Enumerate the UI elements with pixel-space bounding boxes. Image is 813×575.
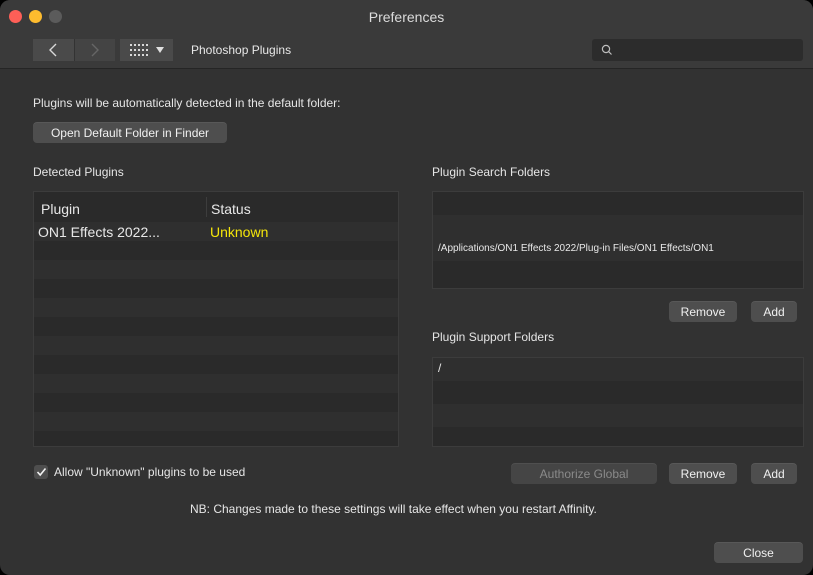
list-item — [433, 404, 803, 427]
authorize-global-button[interactable]: Authorize Global — [511, 463, 657, 484]
plugin-name-cell: ON1 Effects 2022... — [38, 224, 160, 240]
close-button[interactable]: Close — [714, 542, 803, 563]
list-item — [433, 215, 803, 238]
remove-support-folder-button[interactable]: Remove — [669, 463, 737, 484]
search-input[interactable] — [592, 39, 803, 61]
table-row — [34, 317, 398, 336]
table-row — [34, 336, 398, 355]
window-title: Preferences — [368, 9, 445, 25]
table-row — [34, 279, 398, 298]
table-row[interactable]: ON1 Effects 2022... Unknown — [34, 222, 398, 241]
chevron-right-icon — [91, 43, 99, 57]
back-button[interactable] — [33, 39, 74, 61]
title-bar: Preferences — [0, 0, 813, 34]
toolbar: Photoshop Plugins — [0, 34, 813, 69]
support-folders-title: Plugin Support Folders — [432, 330, 555, 344]
table-header: Plugin Status — [34, 192, 398, 222]
show-all-button[interactable] — [120, 39, 173, 61]
list-item — [433, 261, 803, 284]
column-divider — [206, 197, 207, 217]
forward-button[interactable] — [73, 39, 115, 61]
list-item[interactable]: /Applications/ON1 Effects 2022/Plug-in F… — [433, 238, 803, 261]
support-folder-path: / — [438, 361, 442, 375]
grid-icon — [130, 44, 148, 56]
list-item — [433, 427, 803, 446]
allow-unknown-checkbox[interactable] — [34, 465, 48, 479]
search-folders-title: Plugin Search Folders — [432, 165, 551, 179]
restart-note: NB: Changes made to these settings will … — [190, 502, 597, 516]
page-title: Photoshop Plugins — [191, 43, 292, 57]
list-item — [433, 381, 803, 404]
remove-search-folder-button[interactable]: Remove — [669, 301, 737, 322]
table-row — [34, 355, 398, 374]
preferences-window: Preferences Photoshop Plugins Plugins wi… — [0, 0, 813, 575]
open-default-folder-button[interactable]: Open Default Folder in Finder — [33, 122, 227, 143]
list-item — [433, 192, 803, 215]
add-support-folder-button[interactable]: Add — [751, 463, 797, 484]
table-row — [34, 298, 398, 317]
table-row — [34, 393, 398, 412]
intro-text: Plugins will be automatically detected i… — [33, 96, 341, 110]
list-item[interactable]: / — [433, 358, 803, 381]
table-row — [34, 260, 398, 279]
navigation-buttons — [33, 39, 115, 61]
detected-plugins-table[interactable]: Plugin Status ON1 Effects 2022... Unknow… — [33, 191, 399, 447]
column-header-status[interactable]: Status — [211, 201, 251, 217]
add-search-folder-button[interactable]: Add — [751, 301, 797, 322]
checkmark-icon — [36, 467, 46, 477]
table-row — [34, 374, 398, 393]
search-folders-list[interactable]: /Applications/ON1 Effects 2022/Plug-in F… — [432, 191, 804, 289]
chevron-down-icon — [156, 47, 164, 53]
detected-plugins-title: Detected Plugins — [33, 165, 124, 179]
chevron-left-icon — [49, 43, 57, 57]
column-header-plugin[interactable]: Plugin — [41, 201, 80, 217]
table-row — [34, 241, 398, 260]
search-folder-path: /Applications/ON1 Effects 2022/Plug-in F… — [438, 243, 714, 254]
search-icon — [601, 44, 612, 55]
support-folders-list[interactable]: / — [432, 357, 804, 447]
allow-unknown-label[interactable]: Allow "Unknown" plugins to be used — [54, 465, 245, 479]
plugin-status-cell: Unknown — [210, 224, 269, 240]
table-row — [34, 412, 398, 431]
